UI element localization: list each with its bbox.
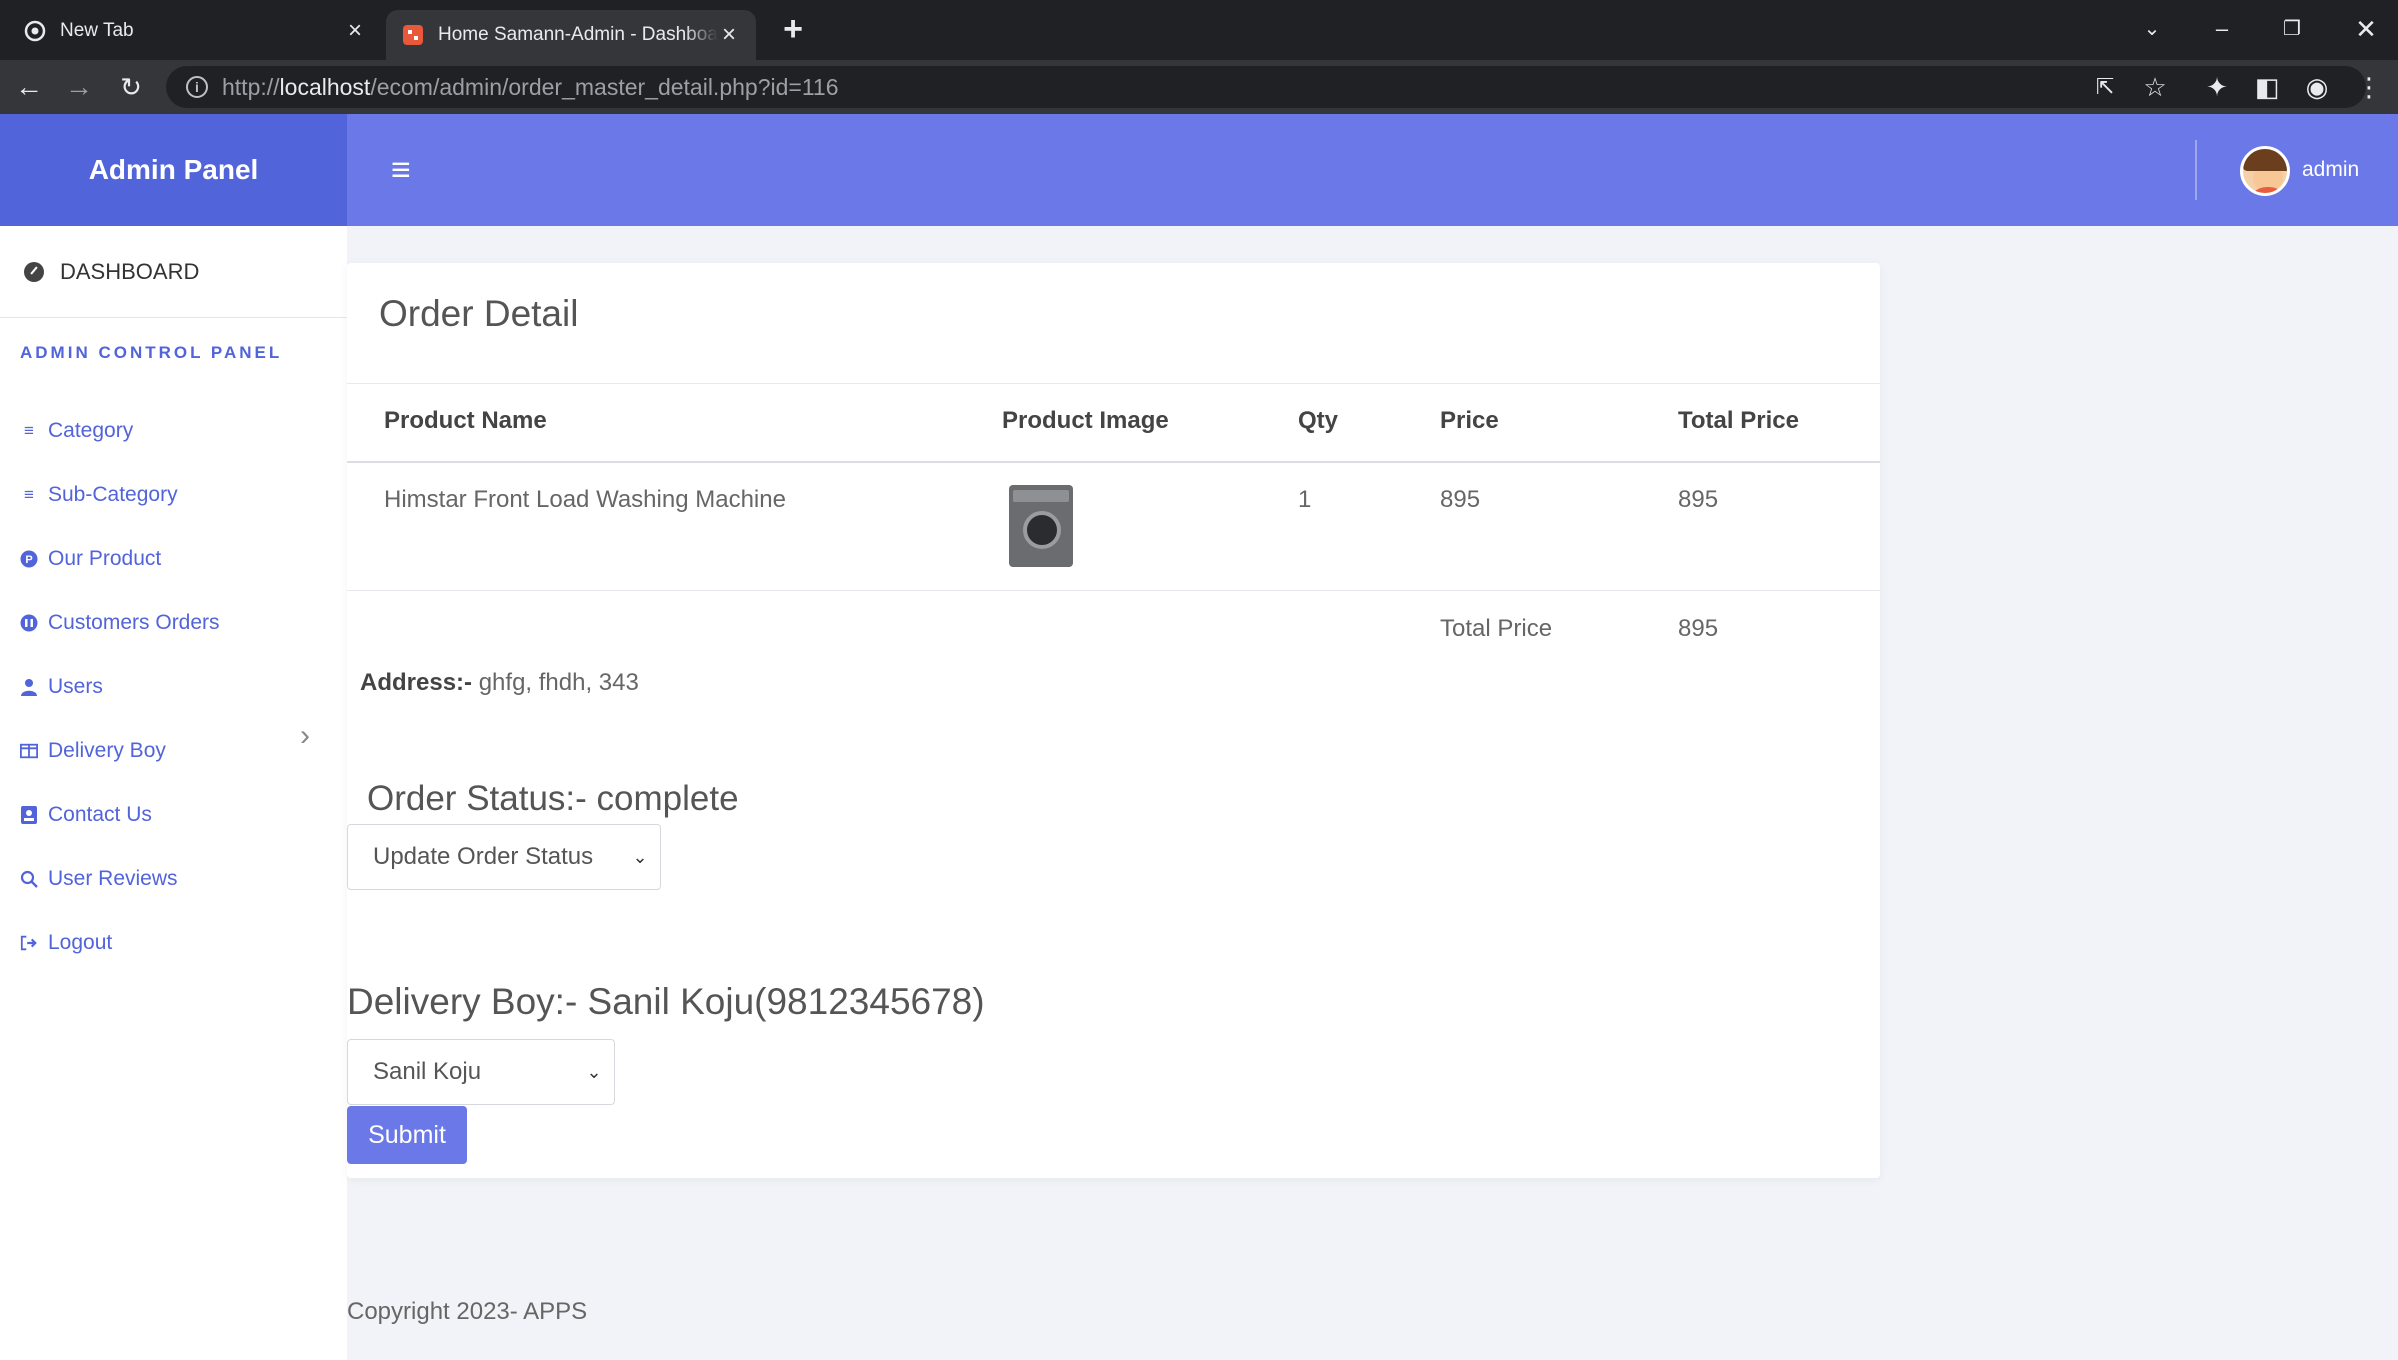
tab-title: New Tab bbox=[60, 20, 134, 41]
page-title: Order Detail bbox=[379, 293, 579, 334]
sidebar-heading: ADMIN CONTROL PANEL bbox=[20, 343, 283, 362]
orders-icon bbox=[20, 614, 38, 632]
column-header-product-name: Product Name bbox=[384, 407, 547, 434]
sidebar-item-label: Our Product bbox=[48, 547, 162, 570]
table-header-divider bbox=[347, 461, 1880, 463]
column-header-product-image: Product Image bbox=[1002, 407, 1169, 434]
sidebar-item-delivery-boy[interactable]: Delivery Boy bbox=[20, 731, 166, 771]
browser-tab-admin[interactable]: Home Samann-Admin - Dashboard × bbox=[386, 10, 756, 60]
product-name-cell: Himstar Front Load Washing Machine bbox=[384, 486, 786, 513]
delivery-boy-select[interactable]: Sanil Koju ⌄ bbox=[347, 1039, 615, 1105]
sidebar-item-label: Customers Orders bbox=[48, 611, 220, 634]
user-icon bbox=[20, 678, 38, 696]
update-order-status-select[interactable]: Update Order Status ⌄ bbox=[347, 824, 661, 890]
sidebar-item-user-reviews[interactable]: User Reviews bbox=[20, 859, 178, 899]
chevron-down-icon: ⌄ bbox=[586, 1062, 602, 1082]
sidebar-item-label: User Reviews bbox=[48, 867, 178, 890]
total-price-cell: 895 bbox=[1678, 486, 1719, 513]
address-line: Address:- ghfg, fhdh, 343 bbox=[360, 669, 639, 697]
total-price-value: 895 bbox=[1678, 615, 1719, 642]
sidebar-item-sub-category[interactable]: ≡ Sub-Category bbox=[20, 475, 178, 515]
divider bbox=[347, 383, 1880, 384]
browser-toolbar: ← → ↻ i http://localhost/ecom/admin/orde… bbox=[0, 60, 2398, 114]
total-price-label: Total Price bbox=[1440, 615, 1553, 642]
sidebar-item-label: Users bbox=[48, 675, 103, 698]
url-path: /ecom/admin/order_master_detail.php?id=1… bbox=[370, 73, 839, 100]
chrome-icon bbox=[24, 20, 46, 42]
address-bar[interactable]: i http://localhost/ecom/admin/order_mast… bbox=[166, 66, 2366, 108]
list-icon: ≡ bbox=[24, 485, 34, 504]
close-tab-icon[interactable]: × bbox=[718, 21, 740, 48]
avatar[interactable] bbox=[2240, 146, 2290, 196]
order-detail-card: Order Detail Product Name Product Image … bbox=[347, 263, 1880, 1178]
url-prefix: http:// bbox=[222, 73, 280, 100]
side-panel-icon[interactable]: ◧ bbox=[2248, 68, 2286, 106]
tab-title: Home Samann-Admin - Dashboard bbox=[438, 24, 718, 45]
url-host: localhost bbox=[279, 73, 371, 100]
contact-icon bbox=[20, 806, 38, 824]
sidebar-item-our-product[interactable]: P Our Product bbox=[20, 539, 161, 579]
select-value: Sanil Koju bbox=[373, 1058, 482, 1085]
product-image bbox=[1009, 485, 1073, 567]
sidebar-item-users[interactable]: Users bbox=[20, 667, 103, 707]
topbar-divider bbox=[2195, 140, 2197, 200]
list-icon: ≡ bbox=[24, 421, 34, 440]
close-window-icon[interactable]: ✕ bbox=[2340, 10, 2392, 48]
table-icon bbox=[20, 742, 38, 760]
sidebar-item-label: DASHBOARD bbox=[60, 258, 200, 284]
qty-cell: 1 bbox=[1298, 486, 1312, 513]
reload-icon[interactable]: ↻ bbox=[112, 68, 150, 106]
dashboard-icon bbox=[24, 261, 44, 282]
column-header-total-price: Total Price bbox=[1678, 407, 1799, 434]
address-label: Address:- bbox=[360, 669, 473, 696]
product-icon: P bbox=[20, 550, 38, 568]
svg-text:P: P bbox=[25, 554, 32, 566]
price-cell: 895 bbox=[1440, 486, 1481, 513]
brand-logo[interactable]: Admin Panel bbox=[0, 114, 347, 226]
order-status-title: Order Status:- complete bbox=[367, 779, 739, 818]
sidebar-item-contact-us[interactable]: Contact Us bbox=[20, 795, 152, 835]
extensions-icon[interactable]: ✦ bbox=[2198, 68, 2236, 106]
share-icon[interactable]: ⇱ bbox=[2086, 68, 2124, 106]
submit-button[interactable]: Submit bbox=[347, 1106, 467, 1164]
sidebar-item-label: Sub-Category bbox=[48, 483, 178, 506]
footer-copyright: Copyright 2023- APPS bbox=[347, 1298, 588, 1325]
sidebar-item-label: Category bbox=[48, 419, 134, 442]
restore-icon[interactable]: ❐ bbox=[2266, 10, 2318, 48]
column-header-price: Price bbox=[1440, 407, 1499, 434]
minimize-icon[interactable]: – bbox=[2196, 10, 2248, 48]
new-tab-button[interactable]: + bbox=[776, 12, 810, 46]
bookmark-star-icon[interactable]: ☆ bbox=[2136, 68, 2174, 106]
site-info-icon[interactable]: i bbox=[186, 76, 208, 98]
chevron-right-icon[interactable]: › bbox=[300, 716, 324, 756]
browser-tabstrip: New Tab × Home Samann-Admin - Dashboard … bbox=[0, 0, 2398, 60]
profile-icon[interactable]: ◉ bbox=[2298, 68, 2336, 106]
sidebar-item-category[interactable]: ≡ Category bbox=[20, 411, 133, 451]
tab-search-icon[interactable]: ⌄ bbox=[2126, 10, 2178, 48]
address-value: ghfg, fhdh, 343 bbox=[478, 669, 639, 696]
app-topbar: ≡ admin bbox=[347, 114, 2398, 226]
delivery-boy-title: Delivery Boy:- Sanil Koju(9812345678) bbox=[347, 981, 985, 1022]
back-arrow-icon[interactable]: ← bbox=[10, 68, 48, 106]
sidebar-item-label: Delivery Boy bbox=[48, 739, 166, 762]
sidebar-item-dashboard[interactable]: DASHBOARD bbox=[0, 226, 347, 318]
menu-toggle-icon[interactable]: ≡ bbox=[391, 150, 419, 190]
close-tab-icon[interactable]: × bbox=[344, 17, 366, 44]
column-header-qty: Qty bbox=[1298, 407, 1339, 434]
forward-arrow-icon[interactable]: → bbox=[60, 68, 98, 106]
site-favicon-icon bbox=[402, 24, 424, 46]
logout-icon bbox=[20, 934, 38, 952]
browser-tab-new-tab[interactable]: New Tab × bbox=[8, 8, 382, 54]
chevron-down-icon: ⌄ bbox=[632, 847, 648, 867]
search-icon bbox=[20, 870, 38, 888]
sidebar-item-logout[interactable]: Logout bbox=[20, 923, 112, 963]
sidebar-item-customers-orders[interactable]: Customers Orders bbox=[20, 603, 220, 643]
browser-menu-icon[interactable]: ⋮ bbox=[2350, 68, 2388, 106]
username-label[interactable]: admin bbox=[2302, 158, 2359, 182]
select-value: Update Order Status bbox=[373, 843, 594, 870]
sidebar: DASHBOARD ADMIN CONTROL PANEL ≡ Category… bbox=[0, 226, 347, 1360]
sidebar-item-label: Logout bbox=[48, 931, 113, 954]
sidebar-item-label: Contact Us bbox=[48, 803, 152, 826]
table-row-divider bbox=[347, 590, 1880, 591]
